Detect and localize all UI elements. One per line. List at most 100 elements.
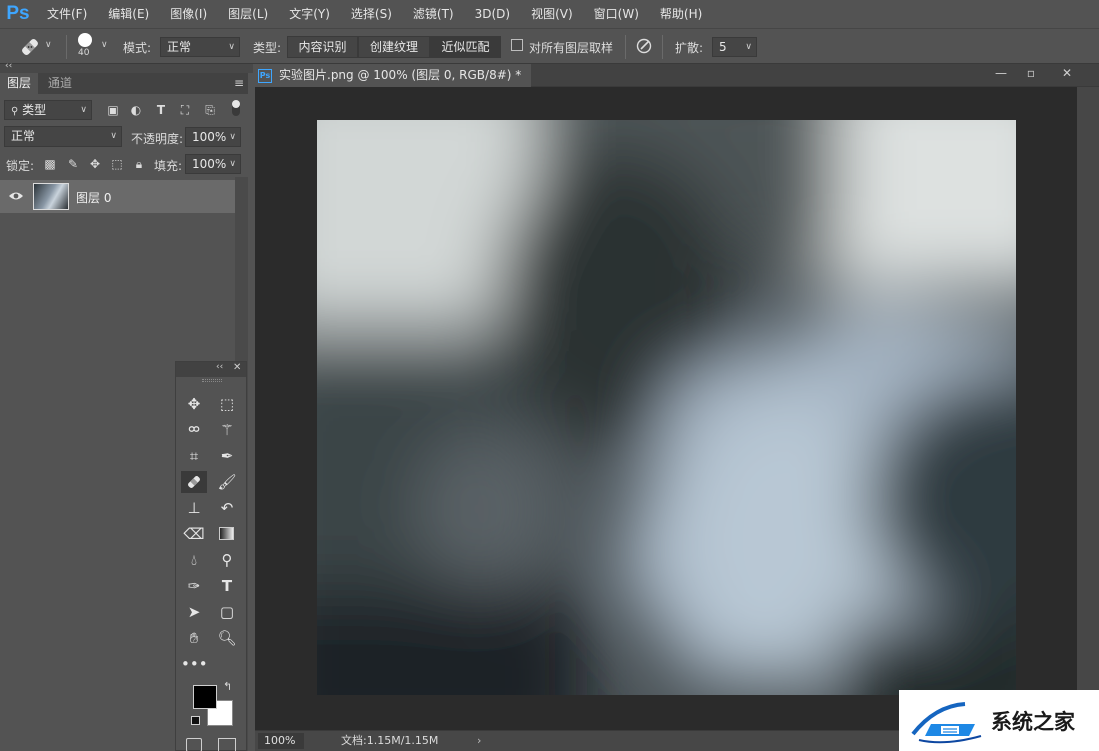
type-tool-icon[interactable]: T [214, 575, 240, 597]
path-selection-tool-icon[interactable]: ➤ [181, 601, 207, 623]
zoom-tool-icon[interactable]: 🔍︎ [214, 627, 240, 649]
screen-mode-icon[interactable] [218, 738, 236, 751]
history-brush-tool-icon[interactable]: ↶ [214, 497, 240, 519]
filter-smart-object-icon[interactable]: ⎘ [203, 103, 217, 117]
divider [662, 35, 663, 59]
fill-value: 100% [192, 157, 226, 171]
move-tool-icon[interactable]: ✥ [181, 393, 207, 415]
brush-tip-icon [78, 33, 92, 47]
blend-mode-value: 正常 [11, 129, 35, 143]
fill-input[interactable]: 100% ∨ [185, 154, 241, 174]
collapse-arrows-icon[interactable]: ‹‹ [216, 362, 223, 372]
visibility-eye-icon[interactable] [8, 189, 24, 203]
layer-filter-select[interactable]: ⚲ 类型 ∨ [4, 100, 92, 120]
layer-row[interactable]: 图层 0 [0, 180, 235, 213]
maximize-icon[interactable]: ▫ [1016, 64, 1046, 82]
foreground-color-swatch[interactable] [193, 685, 217, 709]
document-vertical-scrollbar[interactable] [1077, 87, 1099, 730]
lock-position-icon[interactable]: ✥ [88, 157, 102, 171]
lock-image-icon[interactable]: ✎ [66, 157, 80, 171]
eraser-tool-icon[interactable]: ⌫ [181, 523, 207, 545]
type-content-aware-button[interactable]: 内容识别 [287, 36, 358, 58]
pressure-size-button[interactable] [634, 36, 654, 56]
type-proximity-match-button[interactable]: 近似匹配 [430, 36, 501, 58]
close-icon[interactable]: ✕ [1052, 64, 1082, 82]
sample-all-layers-checkbox[interactable] [511, 39, 523, 51]
minimize-icon[interactable]: — [986, 64, 1016, 82]
chevron-down-icon: ∨ [110, 127, 117, 145]
opacity-input[interactable]: 100% ∨ [185, 127, 241, 147]
close-icon[interactable]: ✕ [233, 362, 241, 373]
menu-filter[interactable]: 滤镜(T) [402, 0, 464, 28]
document-tab[interactable]: Ps 实验图片.png @ 100% (图层 0, RGB/8#) * [253, 64, 531, 87]
watermark-text: 系统之家 [991, 706, 1075, 736]
options-bar: ∨ 40 ∨ 模式: 正常 ∨ 类型: 内容识别 创建纹理 近似匹配 对所有图层… [0, 28, 1099, 64]
filter-toggle-switch[interactable] [232, 100, 240, 116]
menu-help[interactable]: 帮助(H) [649, 0, 712, 28]
mode-select[interactable]: 正常 ∨ [160, 37, 240, 57]
menu-select[interactable]: 选择(S) [340, 0, 402, 28]
menu-file[interactable]: 文件(F) [36, 0, 97, 28]
lasso-tool-icon[interactable]: ᢁ [181, 419, 207, 441]
filter-shape-icon[interactable]: ⛶ [178, 103, 192, 117]
magic-wand-tool-icon[interactable]: ⚚ [214, 419, 240, 441]
filter-pixel-icon[interactable]: ▣ [106, 103, 120, 117]
menu-layer[interactable]: 图层(L) [217, 0, 278, 28]
document-tab-bar: Ps 实验图片.png @ 100% (图层 0, RGB/8#) * — ▫ … [253, 64, 1099, 87]
crop-tool-icon[interactable]: ⌗ [181, 445, 207, 467]
clone-stamp-tool-icon[interactable]: ⊥ [181, 497, 207, 519]
tools-panel: ‹‹ ✕ ✥ ⬚ ᢁ ⚚ ⌗ ✒ 🖌︎ ⊥ ↶ ⌫ 💧︎ ⚲ ✑ T ➤ ▢ ✋… [175, 361, 247, 751]
sample-all-layers-label: 对所有图层取样 [529, 39, 613, 56]
opacity-label: 不透明度: [131, 130, 183, 147]
watermark-logo-icon [905, 696, 993, 746]
marquee-tool-icon[interactable]: ⬚ [214, 393, 240, 415]
default-colors-icon[interactable] [191, 716, 200, 725]
spread-label: 扩散: [675, 39, 703, 56]
panel-menu-icon[interactable]: ≡ [234, 76, 244, 90]
filter-type-icon[interactable]: T [154, 103, 168, 117]
lock-all-icon[interactable]: 🔒︎ [132, 157, 146, 171]
quick-mask-icon[interactable] [186, 738, 202, 751]
lock-artboard-icon[interactable]: ⬚ [110, 157, 124, 171]
menu-window[interactable]: 窗口(W) [583, 0, 649, 28]
menu-edit[interactable]: 编辑(E) [97, 0, 159, 28]
swap-colors-icon[interactable]: ↰ [223, 680, 232, 693]
menu-view[interactable]: 视图(V) [520, 0, 583, 28]
type-label: 类型: [253, 39, 281, 56]
dodge-tool-icon[interactable]: ⚲ [214, 549, 240, 571]
gradient-tool-icon[interactable] [214, 523, 240, 545]
more-tools-icon[interactable]: ••• [181, 653, 207, 675]
blend-mode-select[interactable]: 正常 ∨ [4, 126, 122, 147]
tools-panel-header[interactable]: ‹‹ ✕ [176, 362, 246, 377]
layer-filter-value: 类型 [22, 103, 46, 117]
divider [625, 35, 626, 59]
menu-bar: Ps 文件(F) 编辑(E) 图像(I) 图层(L) 文字(Y) 选择(S) 滤… [0, 0, 1099, 28]
tool-preset-picker[interactable]: ∨ [18, 35, 58, 59]
zoom-level-field[interactable]: 100% [258, 733, 304, 749]
brush-tool-icon[interactable]: 🖌︎ [214, 471, 240, 493]
brush-size-picker[interactable]: 40 ∨ [74, 31, 112, 61]
chevron-right-icon[interactable]: › [477, 731, 481, 751]
chevron-down-icon: ∨ [101, 40, 108, 50]
canvas-image[interactable] [317, 120, 1016, 695]
menu-image[interactable]: 图像(I) [159, 0, 217, 28]
filter-adjustment-icon[interactable]: ◐ [129, 103, 143, 117]
type-create-texture-button[interactable]: 创建纹理 [358, 36, 430, 58]
blur-tool-icon[interactable]: 💧︎ [181, 549, 207, 571]
layer-name[interactable]: 图层 0 [76, 189, 111, 206]
spot-healing-brush-tool-icon[interactable] [181, 471, 207, 493]
panel-collapse-strip[interactable]: ‹‹ [0, 64, 253, 73]
tab-channels[interactable]: 通道 [41, 73, 79, 94]
hand-tool-icon[interactable]: ✋︎ [181, 627, 207, 649]
menu-3d[interactable]: 3D(D) [464, 0, 520, 28]
panel-tabs: 图层 通道 ≡ [0, 73, 248, 94]
tab-layers[interactable]: 图层 [0, 73, 38, 94]
lock-transparent-icon[interactable]: ▩ [43, 157, 57, 171]
menu-type[interactable]: 文字(Y) [278, 0, 340, 28]
rectangle-tool-icon[interactable]: ▢ [214, 601, 240, 623]
blurred-photo [317, 120, 1016, 695]
pressure-pen-icon [634, 36, 654, 56]
eyedropper-tool-icon[interactable]: ✒ [214, 445, 240, 467]
spread-input[interactable]: 5 ∨ [712, 37, 757, 57]
pen-tool-icon[interactable]: ✑ [181, 575, 207, 597]
